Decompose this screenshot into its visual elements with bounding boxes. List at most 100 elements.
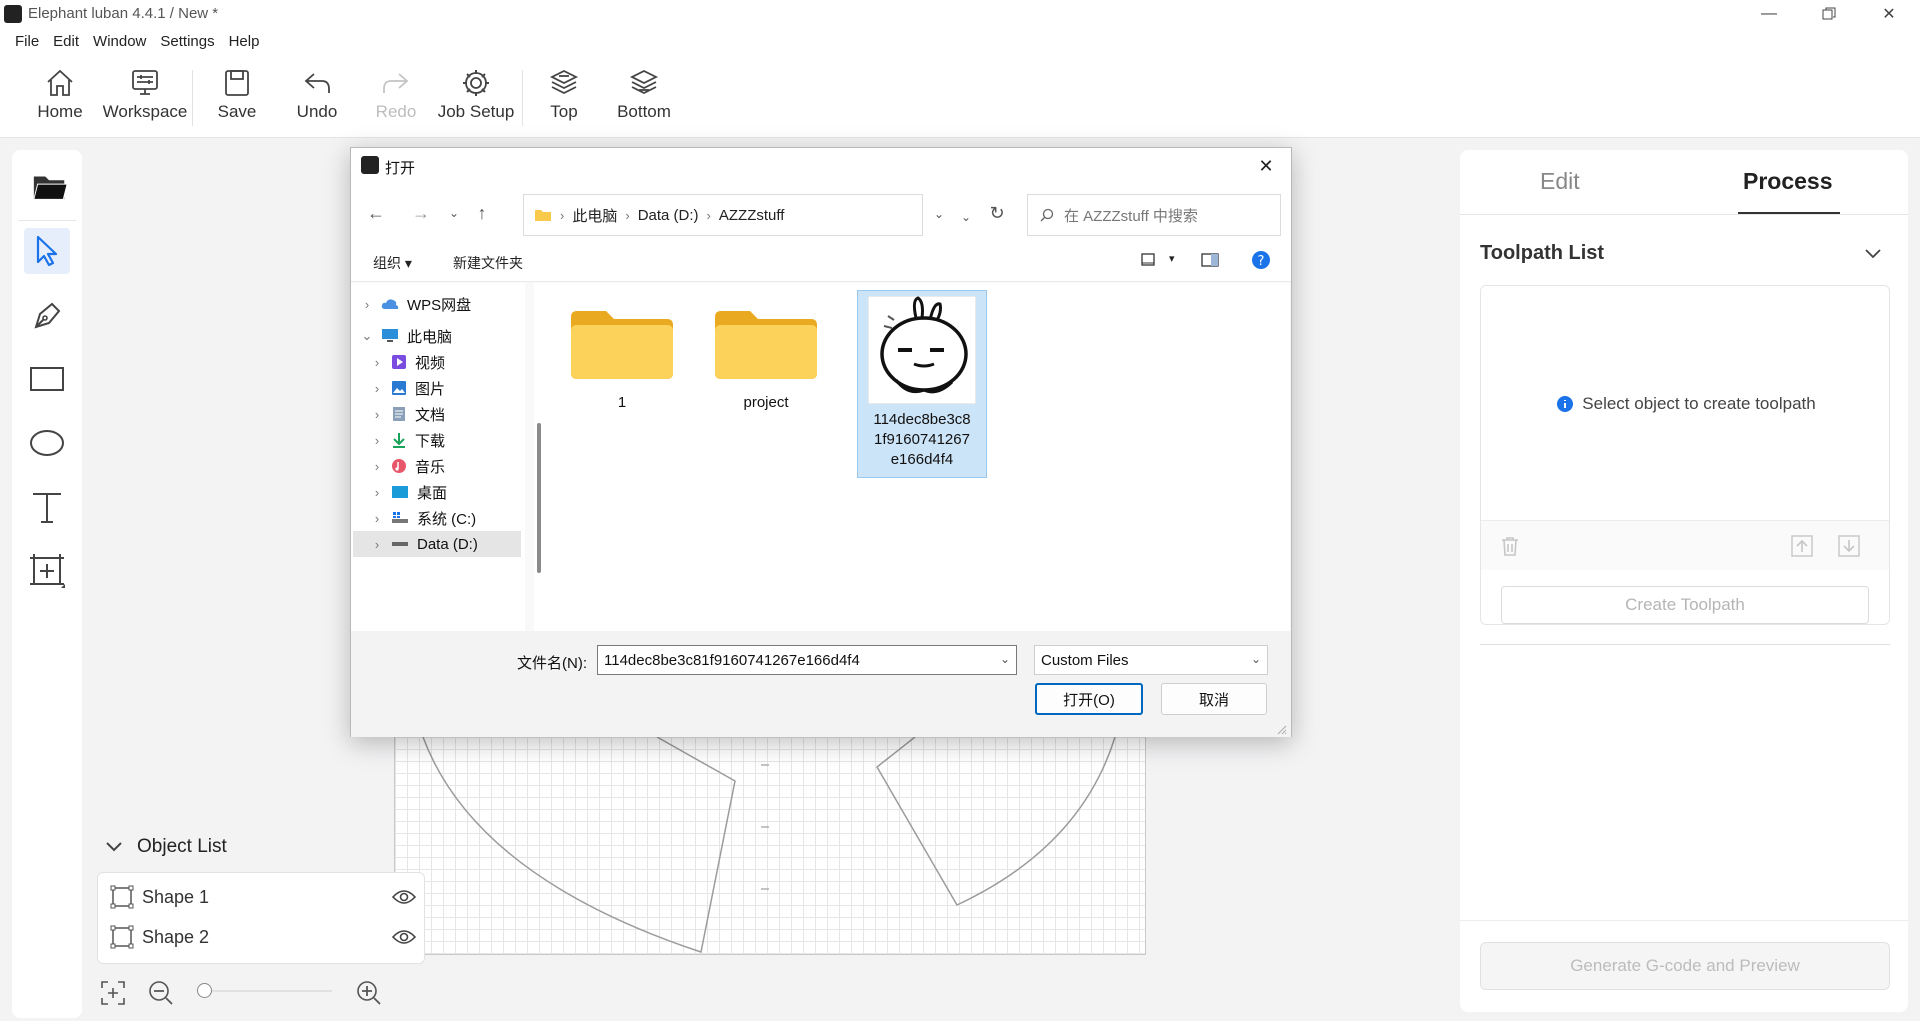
filename-dropdown-icon[interactable]: ⌄	[1000, 652, 1010, 666]
ellipse-tool[interactable]	[24, 420, 70, 466]
move-down-icon[interactable]	[1838, 535, 1860, 557]
cancel-button[interactable]: 取消	[1161, 683, 1267, 715]
resize-grip-icon[interactable]	[1277, 725, 1287, 735]
menu-file[interactable]: File	[8, 33, 46, 50]
nav-desktop[interactable]: › 桌面	[371, 479, 521, 505]
breadcrumb-drive-d[interactable]: Data (D:)	[638, 207, 699, 224]
filename-input[interactable]: 114dec8be3c81f9160741267e166d4f4 ⌄	[597, 645, 1017, 675]
up-arrow-icon[interactable]: ↑	[469, 200, 495, 226]
close-window-icon[interactable]: ✕	[1866, 2, 1912, 26]
rectangle-icon	[30, 367, 64, 391]
top-view-button[interactable]: Top	[520, 66, 608, 122]
nav-downloads[interactable]: › 下载	[371, 427, 521, 453]
gear-icon	[463, 70, 489, 96]
move-up-icon[interactable]	[1791, 535, 1813, 557]
pen-tool[interactable]	[24, 292, 70, 338]
eye-icon[interactable]	[392, 929, 416, 945]
app-logo-icon	[4, 5, 22, 23]
redo-button[interactable]: Redo	[352, 66, 440, 122]
object-list-header[interactable]: Object List	[105, 836, 227, 858]
chevron-down-icon[interactable]	[1864, 248, 1882, 260]
file-item-image-selected[interactable]: 114dec8be3c81f9160741267e166d4f4	[857, 290, 987, 478]
eye-icon[interactable]	[392, 889, 416, 905]
zoom-out-icon[interactable]	[148, 980, 174, 1006]
insert-shape-tool[interactable]	[24, 548, 70, 594]
recent-chevron-icon[interactable]: ⌄	[441, 200, 467, 226]
save-button[interactable]: Save	[193, 66, 281, 122]
bottom-view-button[interactable]: Bottom	[600, 66, 688, 122]
object-row-shape-1[interactable]: Shape 1	[110, 879, 416, 915]
fit-to-screen-icon[interactable]	[100, 980, 126, 1006]
nav-drive-d[interactable]: › Data (D:)	[353, 531, 521, 557]
home-button[interactable]: Home	[16, 66, 104, 122]
nav-this-pc[interactable]: ⌄ 此电脑	[361, 323, 521, 349]
job-setup-button[interactable]: Job Setup	[432, 66, 520, 122]
file-type-chevron-icon[interactable]: ⌄	[1251, 652, 1261, 666]
object-row-shape-2[interactable]: Shape 2	[110, 919, 416, 955]
save-icon	[225, 70, 249, 96]
breadcrumb-azzzstuff[interactable]: AZZZstuff	[719, 207, 785, 224]
preview-pane-icon[interactable]	[1201, 253, 1219, 267]
toolpath-list-title: Toolpath List	[1480, 242, 1605, 264]
scrollbar-thumb[interactable]	[537, 423, 541, 573]
menu-help[interactable]: Help	[222, 33, 267, 50]
object-name: Shape 1	[142, 886, 210, 907]
text-tool[interactable]	[24, 484, 70, 530]
select-tool[interactable]	[24, 228, 70, 274]
restore-icon[interactable]	[1806, 2, 1852, 26]
nav-music[interactable]: › 音乐	[371, 453, 521, 479]
window-title: Elephant luban 4.4.1 / New *	[28, 5, 219, 22]
tab-process[interactable]: Process	[1743, 168, 1833, 195]
open-file-tool[interactable]	[24, 160, 76, 212]
info-icon	[1557, 396, 1574, 412]
workspace-button[interactable]: Workspace	[101, 66, 189, 122]
zoom-slider-handle[interactable]	[197, 983, 212, 998]
address-bar[interactable]: › 此电脑 › Data (D:) › AZZZstuff ⌄	[523, 194, 944, 236]
view-mode-icon[interactable]	[1141, 253, 1157, 267]
file-item-folder-1[interactable]: 1	[568, 291, 676, 413]
layers-top-icon	[549, 69, 579, 95]
nav-drive-c[interactable]: › 系统 (C:)	[371, 505, 521, 531]
zoom-in-icon[interactable]	[356, 980, 382, 1006]
navigation-scrollbar[interactable]	[534, 283, 544, 631]
folder-icon	[535, 210, 551, 221]
nav-wps-cloud[interactable]: › WPS网盘	[361, 291, 521, 317]
view-mode-chevron-icon[interactable]: ▾	[1169, 252, 1175, 265]
left-tool-panel	[12, 150, 82, 1018]
file-item-folder-project[interactable]: project	[712, 291, 820, 413]
forward-arrow-icon[interactable]: →	[408, 200, 434, 226]
new-folder-button[interactable]: 新建文件夹	[453, 253, 523, 273]
dialog-close-icon[interactable]: ✕	[1251, 154, 1281, 178]
zoom-slider-track[interactable]	[198, 990, 332, 992]
create-toolpath-button[interactable]: Create Toolpath	[1501, 586, 1869, 624]
right-panel: Edit Process Toolpath List Select object…	[1460, 150, 1908, 1012]
shape-frame-icon	[110, 885, 134, 909]
menu-edit[interactable]: Edit	[46, 33, 86, 50]
undo-icon	[304, 73, 330, 93]
open-button[interactable]: 打开(O)	[1035, 683, 1143, 715]
nav-documents[interactable]: › 文档	[371, 401, 521, 427]
nav-videos[interactable]: › 视频	[371, 349, 521, 375]
menu-window[interactable]: Window	[86, 33, 153, 50]
menu-settings[interactable]: Settings	[153, 33, 221, 50]
toolbar: Home Workspace Save Undo Redo Job Setup …	[0, 54, 1920, 138]
dialog-footer: 文件名(N): 114dec8be3c81f9160741267e166d4f4…	[351, 631, 1291, 737]
object-list: Shape 1 Shape 2	[97, 872, 425, 964]
undo-button[interactable]: Undo	[273, 66, 361, 122]
work-canvas[interactable]	[394, 737, 1146, 955]
file-type-select[interactable]: Custom Files ⌄	[1034, 645, 1268, 675]
breadcrumb-this-pc[interactable]: 此电脑	[572, 205, 617, 226]
help-icon[interactable]: ?	[1251, 250, 1271, 270]
save-label: Save	[217, 102, 257, 121]
refresh-icon[interactable]: ↻	[984, 200, 1010, 226]
organize-button[interactable]: 组织 ▾	[373, 253, 412, 273]
nav-pictures[interactable]: › 图片	[371, 375, 521, 401]
download-icon	[393, 433, 405, 448]
generate-gcode-button[interactable]: Generate G-code and Preview	[1480, 942, 1890, 990]
minimize-icon[interactable]: —	[1746, 2, 1792, 26]
rectangle-tool[interactable]	[24, 356, 70, 402]
tab-edit[interactable]: Edit	[1540, 168, 1580, 195]
back-arrow-icon[interactable]: ←	[363, 200, 389, 226]
search-input[interactable]: 在 AZZZstuff 中搜索	[1027, 194, 1281, 236]
trash-icon[interactable]	[1499, 535, 1521, 557]
